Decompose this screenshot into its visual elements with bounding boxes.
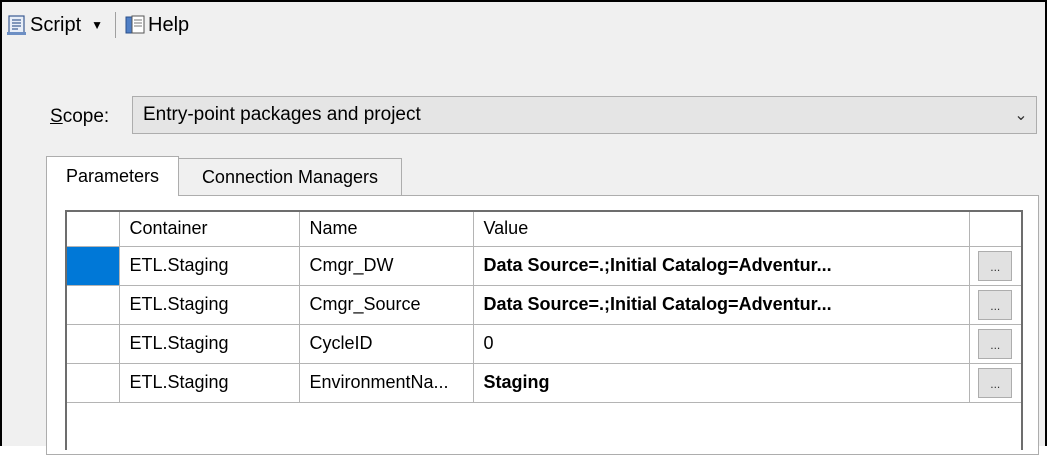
tab-label: Parameters bbox=[65, 166, 160, 186]
edit-value-button[interactable]: ... bbox=[978, 289, 1013, 320]
container-cell[interactable]: ETL.Staging bbox=[118, 362, 300, 403]
ellipsis-cell: ... bbox=[968, 362, 1021, 403]
chevron-down-icon: ▼ bbox=[91, 18, 104, 32]
name-cell[interactable]: Cmgr_DW bbox=[298, 245, 474, 286]
chevron-down-icon: ⌄ bbox=[1014, 107, 1028, 124]
name-cell[interactable]: CycleID bbox=[298, 323, 474, 364]
row-selector[interactable] bbox=[67, 323, 120, 364]
name-cell[interactable]: EnvironmentNa... bbox=[298, 362, 474, 403]
value-cell[interactable]: Data Source=.;Initial Catalog=Adventur..… bbox=[472, 245, 970, 286]
ellipsis-cell: ... bbox=[968, 245, 1021, 286]
tab-parameters[interactable]: Parameters bbox=[46, 156, 179, 196]
script-icon bbox=[7, 15, 26, 35]
scope-value: Entry-point packages and project bbox=[143, 104, 421, 125]
help-button[interactable]: Help bbox=[124, 10, 189, 40]
edit-value-button[interactable]: ... bbox=[978, 328, 1013, 359]
table-row[interactable]: ETL.Staging CycleID 0 ... bbox=[67, 323, 1021, 364]
row-selector-header bbox=[67, 212, 120, 247]
table-row[interactable]: ETL.Staging Cmgr_DW Data Source=.;Initia… bbox=[67, 245, 1021, 286]
tab-connection-managers[interactable]: Connection Managers bbox=[178, 158, 402, 196]
row-selector[interactable] bbox=[67, 284, 120, 325]
container-cell[interactable]: ETL.Staging bbox=[118, 245, 300, 286]
table-row[interactable]: ETL.Staging Cmgr_Source Data Source=.;In… bbox=[67, 284, 1021, 325]
edit-value-button[interactable]: ... bbox=[978, 250, 1013, 281]
toolbar: Script ▼ Help bbox=[6, 8, 189, 42]
tab-label: Connection Managers bbox=[201, 166, 379, 187]
help-label: Help bbox=[148, 13, 190, 36]
button-column-header bbox=[968, 212, 1021, 247]
container-cell[interactable]: ETL.Staging bbox=[118, 284, 300, 325]
row-selector[interactable] bbox=[67, 362, 120, 403]
parameters-panel: Container Name Value ETL.Staging Cmgr_DW… bbox=[46, 195, 1039, 455]
help-icon bbox=[125, 15, 145, 34]
table-header-row: Container Name Value bbox=[67, 212, 1021, 247]
column-header-value[interactable]: Value bbox=[472, 212, 970, 247]
scope-dropdown[interactable]: Entry-point packages and project ⌄ bbox=[132, 96, 1037, 134]
parameters-table: Container Name Value ETL.Staging Cmgr_DW… bbox=[67, 212, 1021, 403]
ellipsis-cell: ... bbox=[968, 284, 1021, 325]
value-cell[interactable]: Data Source=.;Initial Catalog=Adventur..… bbox=[472, 284, 970, 325]
edit-value-button[interactable]: ... bbox=[978, 367, 1013, 398]
name-cell[interactable]: Cmgr_Source bbox=[298, 284, 474, 325]
row-selector[interactable] bbox=[67, 245, 120, 286]
value-cell[interactable]: 0 bbox=[472, 323, 970, 364]
table-row[interactable]: ETL.Staging EnvironmentNa... Staging ... bbox=[67, 362, 1021, 403]
column-header-name[interactable]: Name bbox=[298, 212, 474, 247]
value-cell[interactable]: Staging bbox=[472, 362, 970, 403]
parameters-grid: Container Name Value ETL.Staging Cmgr_DW… bbox=[65, 210, 1023, 450]
script-label: Script bbox=[30, 13, 82, 36]
container-cell[interactable]: ETL.Staging bbox=[118, 323, 300, 364]
scope-label: Scope: bbox=[50, 106, 110, 127]
dialog-window: Script ▼ Help Scope: Entry-point package… bbox=[0, 0, 1047, 455]
toolbar-separator bbox=[115, 12, 117, 38]
script-dropdown-button[interactable]: Script ▼ bbox=[6, 10, 103, 40]
column-header-container[interactable]: Container bbox=[118, 212, 300, 247]
ellipsis-cell: ... bbox=[968, 323, 1021, 364]
